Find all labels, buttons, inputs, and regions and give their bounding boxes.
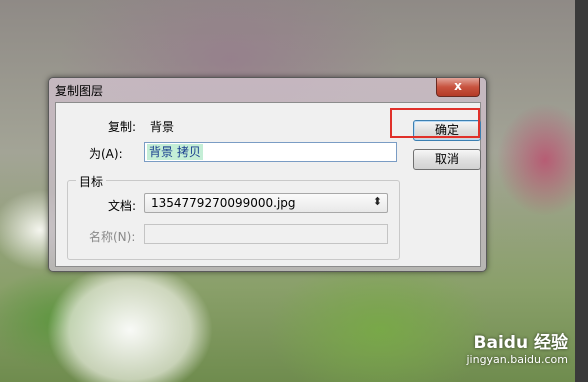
dialog-titlebar[interactable]: 复制图层 x <box>49 78 486 100</box>
document-select[interactable]: 1354779270099000.jpg ⬍ <box>144 193 388 213</box>
duplicate-layer-dialog: 复制图层 x 复制: 背景 为(A): 背景 拷贝 目标 文档: 1354779… <box>48 77 487 272</box>
document-label: 文档: <box>108 199 137 213</box>
layer-name-selected-text: 背景 拷贝 <box>147 144 203 160</box>
document-select-value: 1354779270099000.jpg <box>151 196 296 210</box>
layer-name-input[interactable]: 背景 拷贝 <box>144 142 397 162</box>
target-group-title: 目标 <box>76 173 107 190</box>
dialog-title: 复制图层 <box>55 84 104 98</box>
target-group <box>67 180 400 260</box>
name-label: 名称(N): <box>89 230 136 244</box>
as-label: 为(A): <box>89 147 123 161</box>
canvas-scroll-edge <box>575 0 588 382</box>
ok-button-highlight-box <box>390 108 480 138</box>
cancel-button[interactable]: 取消 <box>413 149 481 170</box>
close-icon: x <box>454 79 462 93</box>
close-button[interactable]: x <box>436 78 480 97</box>
updown-arrow-icon: ⬍ <box>372 195 382 208</box>
copy-label: 复制: <box>108 120 137 134</box>
watermark-logo: Baidu 经验 <box>473 333 568 353</box>
copy-source-value: 背景 <box>150 120 175 134</box>
watermark-url: jingyan.baidu.com <box>466 353 568 366</box>
baidu-jingyan-watermark: Baidu 经验 jingyan.baidu.com <box>466 328 568 366</box>
name-input-disabled <box>144 224 388 244</box>
